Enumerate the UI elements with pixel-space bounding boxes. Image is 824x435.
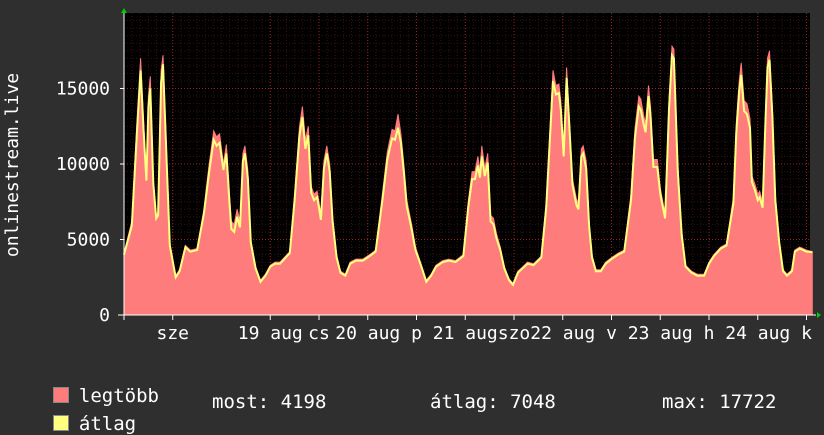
x-tick-label: v — [606, 323, 617, 344]
x-tick-label: 19 aug — [238, 323, 303, 344]
x-tick-label: sze — [156, 323, 189, 344]
x-tick-label: 24 aug — [725, 323, 790, 344]
x-tick-label: p — [411, 323, 422, 344]
stat-average: átlag: 7048 — [430, 391, 556, 413]
y-tick-label: 10000 — [56, 154, 110, 175]
x-tick-label: 23 aug — [628, 323, 693, 344]
x-tick-label: 21 aug — [433, 323, 498, 344]
stat-current: most: 4198 — [212, 391, 327, 413]
y-tick-label: 0 — [99, 305, 110, 326]
x-axis-ticks: sze 19 aug cs 20 aug p 21 aug szo 22 aug v 23 aug… — [156, 315, 824, 344]
y-axis-arrow — [121, 8, 127, 13]
x-tick-label: k — [801, 323, 812, 344]
y-tick-label: 15000 — [56, 79, 110, 100]
x-tick-label: cs — [308, 323, 330, 344]
legend-avg: átlag — [30, 391, 136, 435]
x-axis-arrow — [817, 312, 821, 318]
y-axis-ticks: 0 5000 10000 15000 — [56, 79, 124, 326]
x-tick-label: 22 aug — [530, 323, 595, 344]
x-tick-label: szo — [498, 323, 531, 344]
y-axis-label: onlinestream.live — [2, 73, 23, 257]
x-tick-label: h — [704, 323, 715, 344]
x-tick-label: 20 aug — [335, 323, 400, 344]
legend-avg-swatch — [52, 415, 69, 431]
legend-avg-label: átlag — [78, 413, 137, 435]
stat-maximum: max: 17722 — [662, 391, 777, 413]
y-tick-label: 5000 — [67, 230, 110, 251]
